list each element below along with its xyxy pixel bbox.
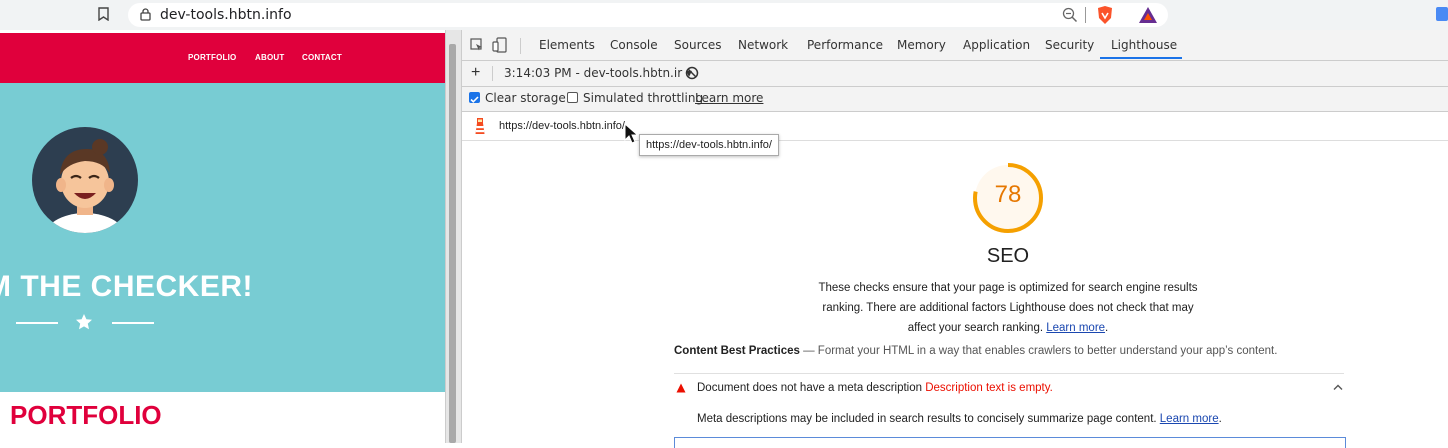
tab-elements[interactable]: Elements — [539, 38, 595, 52]
lock-icon[interactable] — [140, 8, 151, 21]
category-learn-more-link[interactable]: Learn more — [1046, 322, 1105, 334]
lighthouse-icon — [475, 118, 485, 134]
tab-network[interactable]: Network — [738, 38, 788, 52]
divider-line-right — [112, 322, 154, 324]
category-description: These checks ensure that your page is op… — [818, 282, 1198, 334]
audit-group-title: Content Best Practices — [674, 345, 800, 357]
bookmark-icon[interactable] — [98, 7, 109, 21]
new-report-plus-icon[interactable]: + — [471, 64, 480, 82]
tab-security[interactable]: Security — [1045, 38, 1094, 52]
clear-storage-label[interactable]: Clear storage — [485, 91, 566, 105]
chevron-up-icon[interactable] — [1333, 383, 1343, 391]
tab-performance[interactable]: Performance — [807, 38, 883, 52]
url-tooltip: https://dev-tools.hbtn.info/ — [639, 134, 779, 156]
score-value: 78 — [994, 181, 1022, 208]
audit-learn-more-link[interactable]: Learn more — [1160, 413, 1219, 425]
devtools-tab-bar: Elements Console Sources Network Perform… — [462, 30, 1448, 61]
fail-triangle-icon — [676, 383, 686, 393]
lighthouse-toolbar: + 3:14:03 PM - dev-tools.hbtn.ir ▾ — [462, 61, 1448, 87]
brave-rewards-icon[interactable] — [1138, 6, 1158, 24]
audit-group-description: — Format your HTML in a way that enables… — [799, 345, 1278, 357]
clear-storage-checkbox[interactable] — [469, 92, 480, 103]
device-toolbar-icon[interactable] — [492, 37, 508, 53]
simulated-throttling-checkbox[interactable] — [567, 92, 578, 103]
audit-description: Meta descriptions may be included in sea… — [697, 413, 1222, 425]
tab-memory[interactable]: Memory — [897, 38, 946, 52]
inspect-element-icon[interactable] — [470, 38, 484, 52]
star-icon — [76, 314, 92, 330]
learn-more-link[interactable]: Learn more — [695, 91, 763, 105]
checkmark-icon — [470, 96, 479, 103]
extension-icon[interactable] — [1436, 7, 1448, 21]
hero-title: M THE CHECKER! — [0, 270, 253, 303]
nav-link-portfolio[interactable]: PORTFOLIO — [188, 53, 236, 62]
zoom-icon[interactable] — [1062, 7, 1078, 23]
page-scrollbar-thumb[interactable] — [449, 44, 456, 443]
avatar-illustration-icon — [44, 139, 126, 233]
hero-section: M THE CHECKER! — [0, 83, 445, 392]
toolbar-separator — [1085, 7, 1086, 23]
site-navbar: PORTFOLIO ABOUT CONTACT — [0, 33, 445, 83]
address-bar-url[interactable]: dev-tools.hbtn.info — [160, 7, 292, 23]
mouse-cursor-icon — [624, 123, 638, 144]
divider-line-left — [16, 322, 58, 324]
clear-reports-icon[interactable] — [685, 66, 699, 80]
tab-sources[interactable]: Sources — [674, 38, 721, 52]
report-selector[interactable]: 3:14:03 PM - dev-tools.hbtn.ir ▾ — [504, 66, 692, 80]
browser-toolbar: dev-tools.hbtn.info — [0, 0, 1448, 30]
tab-lighthouse[interactable]: Lighthouse — [1111, 38, 1177, 52]
category-description-text: These checks ensure that your page is op… — [818, 282, 1198, 334]
audit-title-text[interactable]: Document does not have a meta descriptio… — [697, 382, 922, 394]
toolbar-separator — [492, 66, 493, 81]
devtools-separator — [520, 38, 521, 54]
website-viewport: PORTFOLIO ABOUT CONTACT M THE CHECKER! — [0, 30, 445, 443]
brave-shield-icon[interactable] — [1096, 5, 1114, 25]
audit-group-header: Content Best Practices — Format your HTM… — [674, 345, 1277, 357]
simulated-throttling-label[interactable]: Simulated throttling — [583, 91, 703, 105]
audit-divider — [674, 373, 1344, 374]
nav-link-about[interactable]: ABOUT — [255, 53, 284, 62]
audit-fail-text: Description text is empty. — [925, 382, 1053, 394]
audited-url-bar: https://dev-tools.hbtn.info/ — [462, 112, 1448, 141]
active-tab-indicator — [1100, 57, 1182, 59]
audited-url[interactable]: https://dev-tools.hbtn.info/ — [499, 120, 625, 132]
audit-description-text: Meta descriptions may be included in sea… — [697, 413, 1160, 425]
lighthouse-options: Clear storage Simulated throttling Learn… — [462, 87, 1448, 112]
nav-link-contact[interactable]: CONTACT — [302, 53, 342, 62]
portfolio-section-title: PORTFOLIO — [10, 400, 162, 430]
category-title: SEO — [986, 245, 1030, 267]
audit-meta-description[interactable]: Document does not have a meta descriptio… — [697, 382, 1053, 394]
tab-application[interactable]: Application — [963, 38, 1030, 52]
tab-console[interactable]: Console — [610, 38, 658, 52]
avatar — [32, 127, 138, 233]
